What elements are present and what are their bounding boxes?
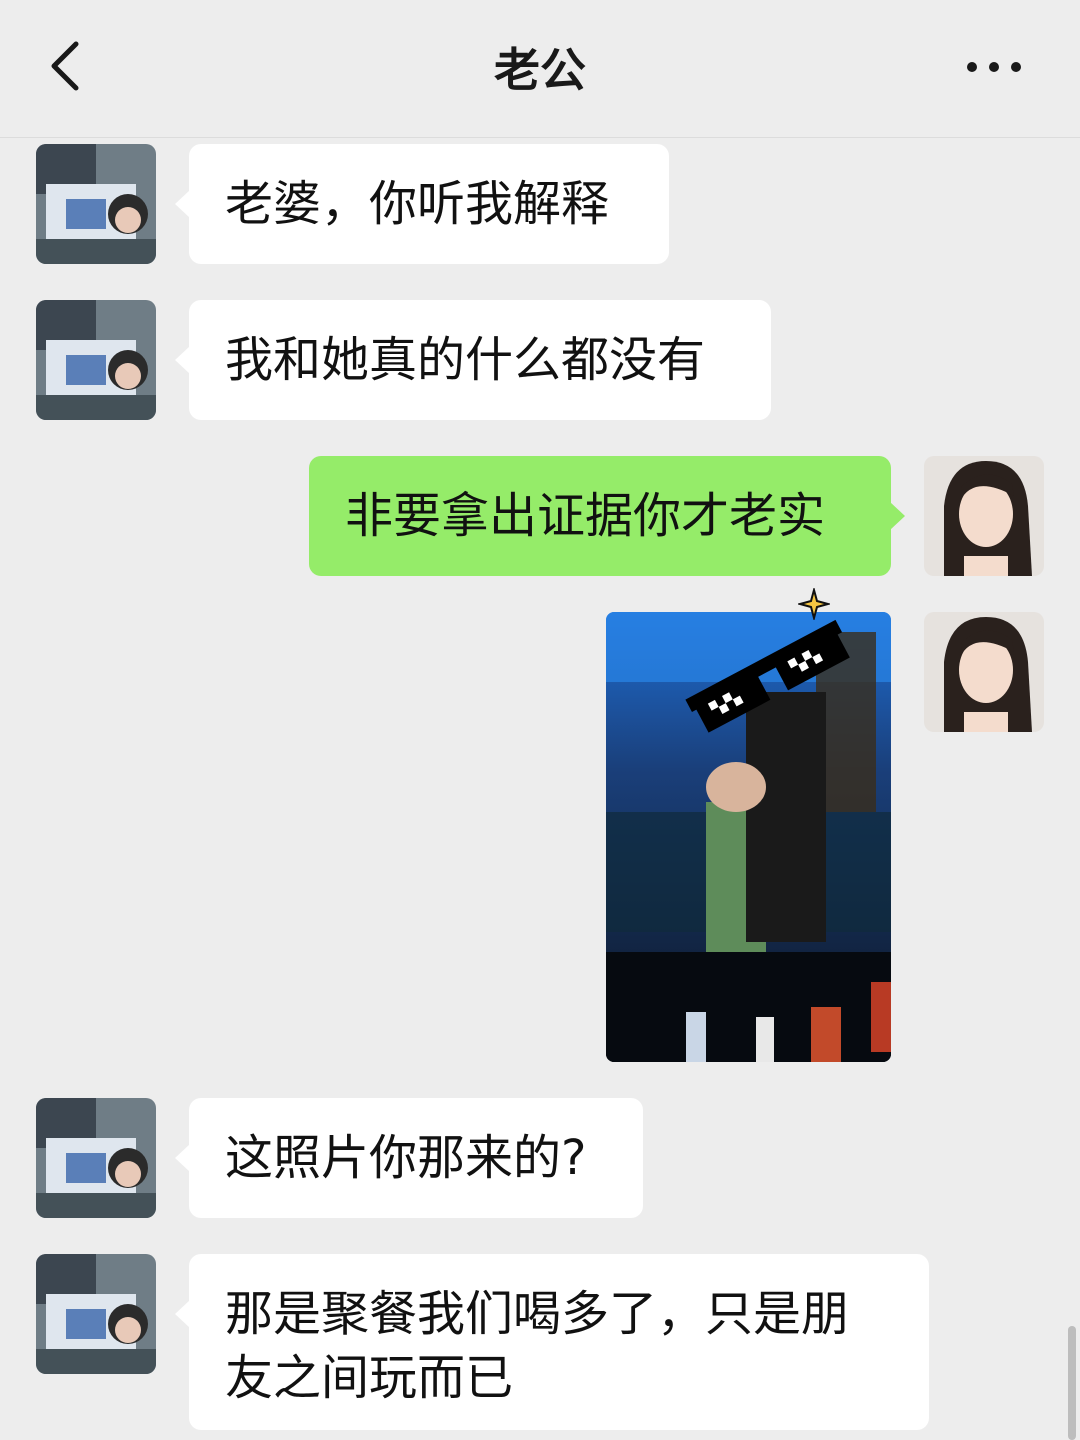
self-avatar-image — [924, 612, 1044, 732]
message-text: 我和她真的什么都没有 — [225, 332, 706, 388]
contact-avatar[interactable] — [36, 1098, 156, 1218]
sparkle-icon — [798, 588, 830, 620]
message-text: 这照片你那来的? — [225, 1130, 587, 1186]
chat-title: 老公 — [494, 43, 586, 97]
self-avatar-image — [924, 456, 1044, 576]
contact-avatar-image — [36, 300, 156, 420]
more-dots-icon — [967, 62, 1021, 72]
image-message[interactable] — [606, 612, 891, 1062]
contact-avatar[interactable] — [36, 144, 156, 264]
nightclub-photo — [606, 612, 891, 1062]
message-bubble[interactable]: 那是聚餐我们喝多了，只是朋友之间玩而已 — [175, 1254, 929, 1430]
message-text: 老婆，你听我解释 — [225, 176, 610, 232]
chevron-left-icon — [51, 41, 79, 91]
back-button[interactable] — [44, 38, 94, 94]
message-bubble[interactable]: 我和她真的什么都没有 — [175, 300, 771, 420]
message-bubble[interactable]: 这照片你那来的? — [175, 1098, 643, 1218]
self-avatar[interactable] — [924, 612, 1044, 732]
contact-avatar[interactable] — [36, 1254, 156, 1374]
contact-avatar-image — [36, 1254, 156, 1374]
message-text: 非要拿出证据你才老实 — [345, 488, 826, 544]
chat-header: 老公 — [0, 0, 1080, 138]
contact-avatar-image — [36, 1098, 156, 1218]
contact-avatar-image — [36, 144, 156, 264]
self-avatar[interactable] — [924, 456, 1044, 576]
contact-avatar[interactable] — [36, 300, 156, 420]
message-bubble[interactable]: 非要拿出证据你才老实 — [309, 456, 905, 576]
message-bubble[interactable]: 老婆，你听我解释 — [175, 144, 669, 264]
message-text: 那是聚餐我们喝多了，只是朋友之间玩而已 — [225, 1286, 850, 1406]
more-button[interactable] — [962, 55, 1026, 79]
scrollbar[interactable] — [1068, 1326, 1076, 1440]
